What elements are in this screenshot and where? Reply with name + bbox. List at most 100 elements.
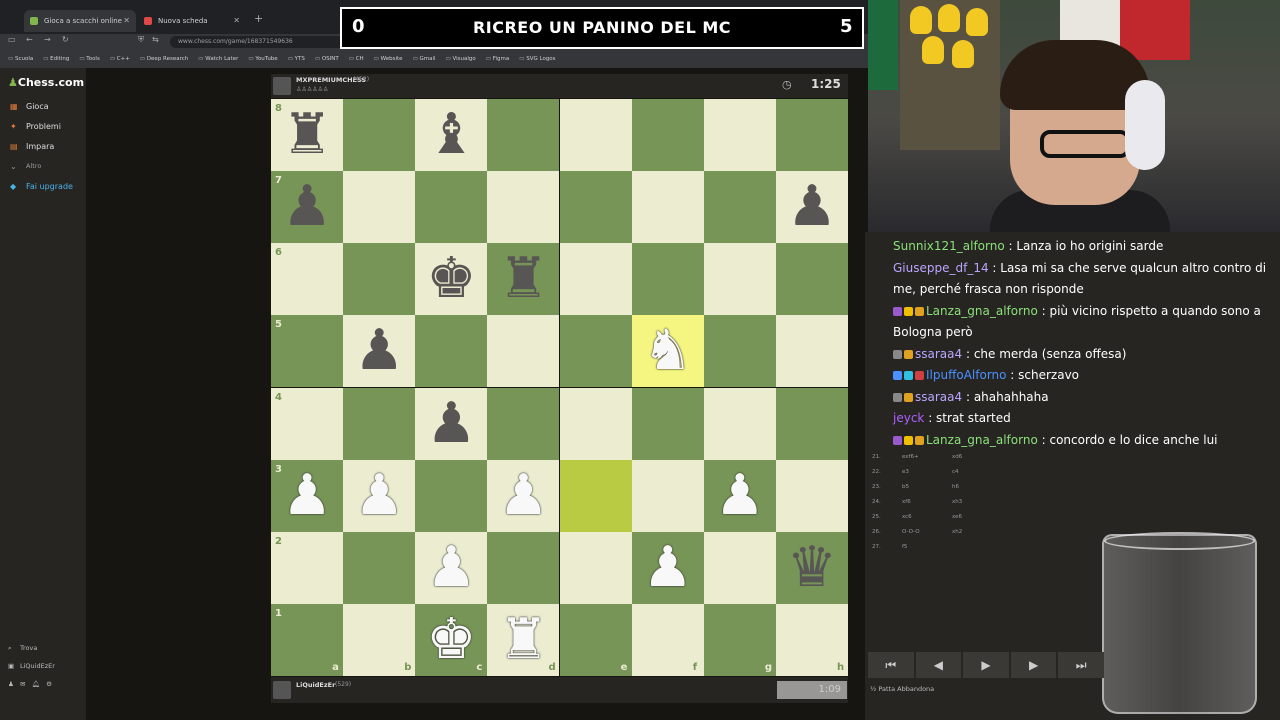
move-white[interactable]: b5 bbox=[902, 484, 909, 490]
white-pawn-icon[interactable]: ♟ bbox=[498, 467, 548, 524]
next-move-icon[interactable]: ▶ bbox=[963, 652, 1009, 678]
square-c7[interactable] bbox=[415, 171, 488, 244]
move-black[interactable]: c4 bbox=[952, 469, 959, 475]
bookmark-item[interactable]: Deep Research bbox=[140, 56, 188, 62]
white-pawn-icon[interactable]: ♟ bbox=[715, 467, 765, 524]
square-e7[interactable] bbox=[559, 171, 632, 244]
chat-username[interactable]: IlpuffoAlforno bbox=[926, 368, 1006, 382]
square-g7[interactable] bbox=[703, 171, 776, 244]
black-bishop-icon[interactable]: ♝ bbox=[426, 107, 476, 163]
opponent-avatar[interactable] bbox=[273, 77, 291, 95]
square-h8[interactable] bbox=[775, 99, 848, 172]
move-black[interactable]: xe6 bbox=[952, 514, 962, 520]
square-g6[interactable] bbox=[703, 243, 776, 316]
square-e6[interactable] bbox=[559, 243, 632, 316]
previous-move-icon[interactable]: ◀ bbox=[915, 652, 962, 678]
square-f8[interactable] bbox=[631, 99, 704, 172]
sidebar-item-profile[interactable]: ▣ LiQuidEzEr bbox=[8, 662, 84, 670]
forward-arrow-icon[interactable]: → bbox=[44, 35, 51, 44]
square-g3[interactable]: ♟ bbox=[703, 459, 776, 532]
move-black[interactable]: xh3 bbox=[952, 499, 962, 505]
black-pawn-icon[interactable]: ♟ bbox=[354, 323, 404, 379]
player-name[interactable]: LiQuidEzEr bbox=[296, 681, 335, 689]
bookmark-item[interactable]: SVG Logos bbox=[519, 56, 555, 62]
move-white[interactable]: xc6 bbox=[902, 514, 912, 520]
white-pawn-icon[interactable]: ♟ bbox=[282, 467, 332, 524]
reload-icon[interactable]: ↻ bbox=[62, 35, 69, 44]
bookmark-item[interactable]: C++ bbox=[110, 56, 130, 62]
square-b2[interactable] bbox=[343, 531, 416, 604]
back-arrow-icon[interactable]: ← bbox=[26, 35, 33, 44]
square-c4[interactable]: ♟ bbox=[415, 387, 488, 460]
white-rook-icon[interactable]: ♜ bbox=[498, 611, 548, 668]
square-f3[interactable] bbox=[631, 459, 704, 532]
square-b4[interactable] bbox=[343, 387, 416, 460]
square-d7[interactable] bbox=[487, 171, 560, 244]
bookmark-item[interactable]: OSINT bbox=[315, 56, 339, 62]
sidebar-item-altro[interactable]: ⌄ Altro bbox=[10, 162, 41, 171]
square-c2[interactable]: ♟ bbox=[415, 531, 488, 604]
chat-username[interactable]: jeyck bbox=[893, 411, 924, 425]
sidebar-item-impara[interactable]: ▤ Impara bbox=[10, 142, 54, 151]
last-move-icon[interactable]: ⏭ bbox=[1058, 652, 1104, 678]
game-actions-label[interactable]: Patta Abbandona bbox=[878, 685, 934, 693]
square-d8[interactable] bbox=[487, 99, 560, 172]
bookmark-item[interactable]: Visualgo bbox=[446, 56, 476, 62]
bookmark-item[interactable]: Gmail bbox=[413, 56, 436, 62]
bookmark-item[interactable]: Scuola bbox=[8, 56, 33, 62]
square-h4[interactable] bbox=[775, 387, 848, 460]
black-queen-icon[interactable]: ♛ bbox=[787, 539, 837, 596]
square-e2[interactable] bbox=[559, 531, 632, 604]
move-black[interactable]: xh2 bbox=[952, 529, 962, 535]
square-c5[interactable] bbox=[415, 315, 488, 388]
chat-username[interactable]: ssaraa4 bbox=[915, 347, 962, 361]
move-black[interactable]: xd6 bbox=[952, 454, 962, 460]
square-h7[interactable]: ♟ bbox=[775, 171, 848, 244]
square-g2[interactable] bbox=[703, 531, 776, 604]
chess-board[interactable]: ♜ 8 ♝ ♟ 7 ♟ 6 ♚ ♜ 5 ♟ ♞ 4 ♟ ♟ 3 ♟ ♟ ♟ 2 ♟ ♟ ♛ 1 a b ♚ c ♜ d e f g h bbox=[271, 99, 848, 676]
browser-tab-new[interactable]: Nuova scheda ✕ bbox=[138, 10, 246, 32]
chat-username[interactable]: ssaraa4 bbox=[915, 390, 962, 404]
chat-username[interactable]: Lanza_gna_alforno bbox=[926, 304, 1038, 318]
square-g5[interactable] bbox=[703, 315, 776, 388]
bookmark-item[interactable]: Editing bbox=[43, 56, 69, 62]
bookmark-item[interactable]: YTS bbox=[288, 56, 305, 62]
square-f2[interactable]: ♟ bbox=[631, 531, 704, 604]
square-h2[interactable]: ♛ bbox=[775, 531, 848, 604]
square-c8[interactable]: ♝ bbox=[415, 99, 488, 172]
chat-username[interactable]: Giuseppe_df_14 bbox=[893, 261, 989, 275]
square-g8[interactable] bbox=[703, 99, 776, 172]
new-tab-plus-icon[interactable]: + bbox=[254, 12, 263, 25]
square-b7[interactable] bbox=[343, 171, 416, 244]
browser-tab-active[interactable]: Gioca a scacchi online GRATIS ✕ bbox=[24, 10, 136, 47]
bookmark-item[interactable]: Watch Later bbox=[198, 56, 238, 62]
square-d3[interactable]: ♟ bbox=[487, 459, 560, 532]
white-pawn-icon[interactable]: ♟ bbox=[354, 467, 404, 524]
square-b6[interactable] bbox=[343, 243, 416, 316]
square-e4[interactable] bbox=[559, 387, 632, 460]
white-pawn-icon[interactable]: ♟ bbox=[643, 539, 693, 596]
square-b8[interactable] bbox=[343, 99, 416, 172]
sidebar-item-gioca[interactable]: ▦ Gioca bbox=[10, 102, 49, 111]
white-king-icon[interactable]: ♚ bbox=[426, 611, 476, 668]
square-d6[interactable]: ♜ bbox=[487, 243, 560, 316]
square-b5[interactable]: ♟ bbox=[343, 315, 416, 388]
square-h6[interactable] bbox=[775, 243, 848, 316]
black-rook-icon[interactable]: ♜ bbox=[282, 107, 332, 163]
square-e3[interactable] bbox=[559, 459, 632, 532]
square-c6[interactable]: ♚ bbox=[415, 243, 488, 316]
sidebar-toggle-icon[interactable]: ▭ bbox=[8, 35, 16, 44]
move-black[interactable]: h6 bbox=[952, 484, 959, 490]
bookmark-item[interactable]: Tools bbox=[79, 56, 100, 62]
square-g4[interactable] bbox=[703, 387, 776, 460]
sidebar-item-fai-upgrade[interactable]: ◆ Fai upgrade bbox=[10, 182, 73, 191]
square-f5[interactable]: ♞ bbox=[631, 315, 704, 388]
black-pawn-icon[interactable]: ♟ bbox=[282, 179, 332, 235]
first-move-icon[interactable]: ⏮ bbox=[868, 652, 914, 678]
chat-username[interactable]: Lanza_gna_alforno bbox=[926, 433, 1038, 447]
square-d5[interactable] bbox=[487, 315, 560, 388]
square-h3[interactable] bbox=[775, 459, 848, 532]
sidebar-item-find[interactable]: ⌕ Trova bbox=[8, 644, 84, 652]
square-e8[interactable] bbox=[559, 99, 632, 172]
square-c3[interactable] bbox=[415, 459, 488, 532]
